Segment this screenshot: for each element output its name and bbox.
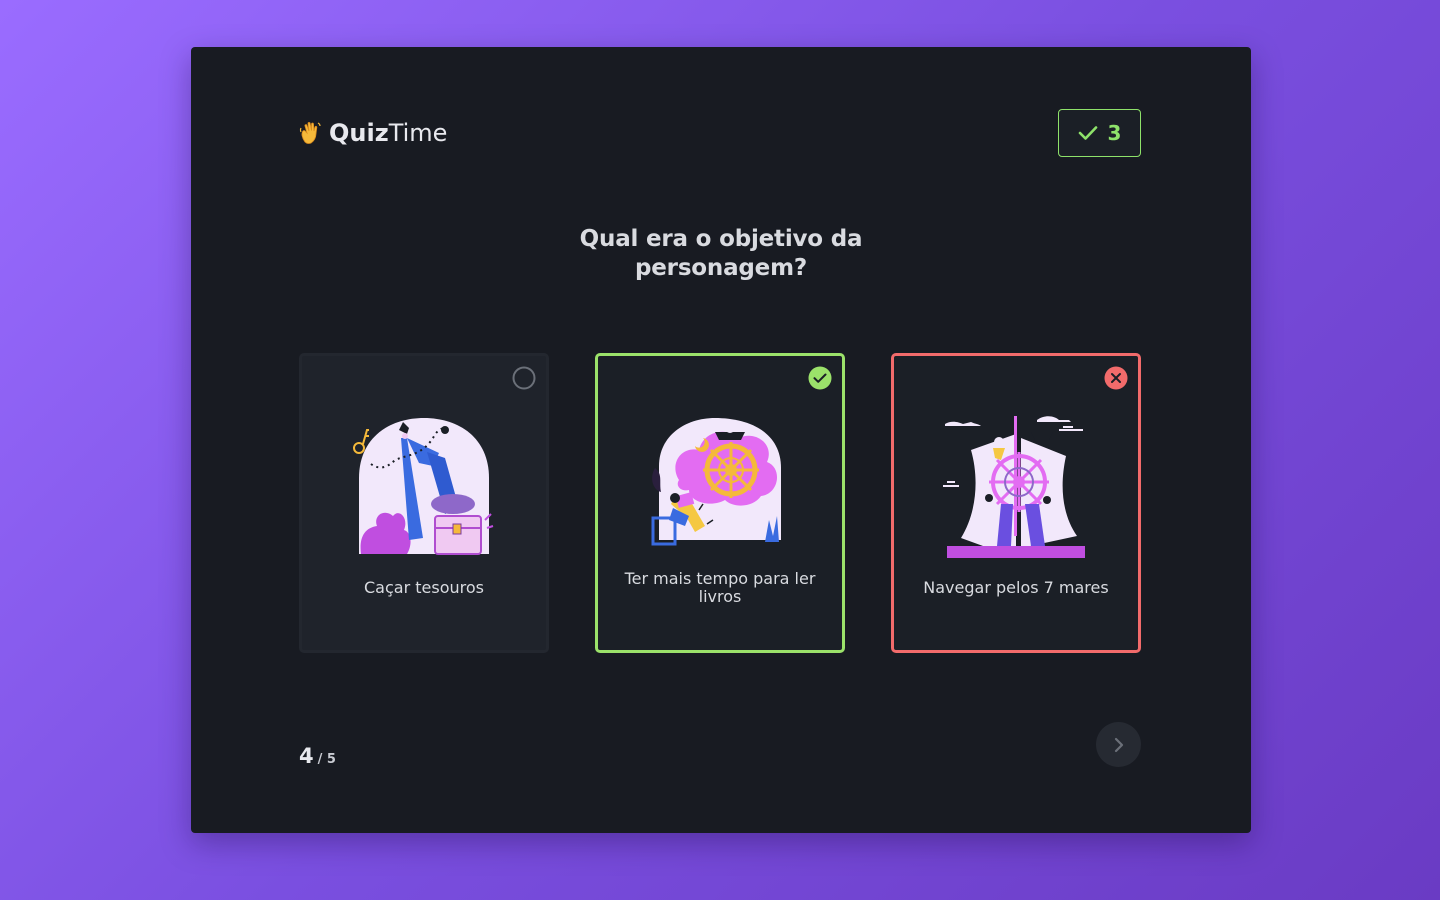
sailing-ship-illustration [943,416,1085,558]
check-icon [1078,126,1097,140]
option-label: Caçar tesouros [364,578,484,597]
option-label: Ter mais tempo para ler livros [624,569,816,606]
app-logo: QuizTime [299,117,447,149]
score-badge: 3 [1058,109,1141,157]
answer-option-reading[interactable]: Ter mais tempo para ler livros [595,353,845,653]
check-circle-icon [808,366,832,390]
question-text: Qual era o objetivo da personagem? [579,226,863,281]
logo-text-bold: Quiz [329,119,389,147]
score-value: 3 [1107,121,1122,145]
waving-hand-icon [299,121,321,144]
radio-unselected-icon [512,366,536,390]
quiz-panel: QuizTime 3 Qual era o objetivo da person… [191,47,1251,833]
answer-option-sailing[interactable]: Navegar pelos 7 mares [891,353,1141,653]
next-question-button[interactable] [1096,722,1141,767]
logo-text-light: Time [388,119,448,147]
logo-text: QuizTime [329,119,447,147]
current-question-number: 4 [299,744,314,768]
answer-option-treasure[interactable]: Caçar tesouros [299,353,549,653]
question-progress: 4 / 5 [299,744,336,768]
reading-ship-wheel-illustration [651,418,781,546]
total-questions: / 5 [317,752,336,767]
x-circle-icon [1104,366,1128,390]
chevron-right-icon [1114,737,1123,752]
option-label: Navegar pelos 7 mares [923,578,1109,597]
treasure-map-illustration [353,418,494,555]
